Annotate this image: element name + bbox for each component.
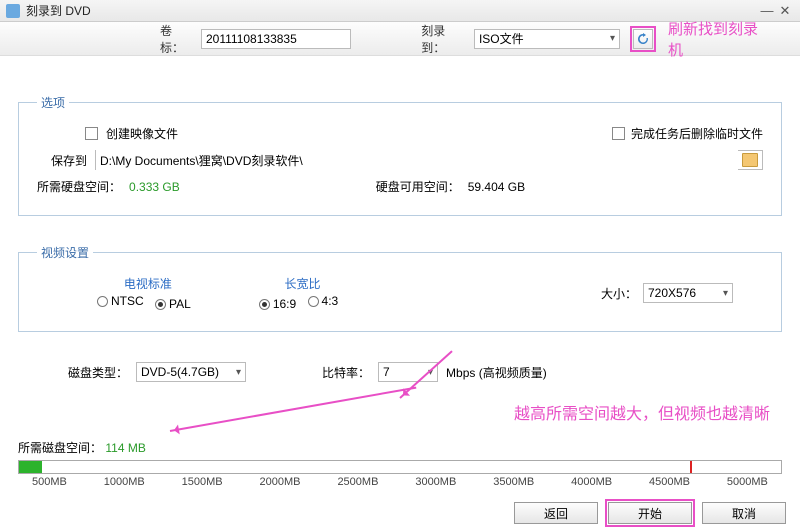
avail-hdd-value: 59.404 GB <box>468 180 525 194</box>
disk-capacity-mark <box>690 461 692 473</box>
save-to-label: 保存到 <box>51 152 87 169</box>
options-legend: 选项 <box>37 94 69 111</box>
annotation-main: 越高所需空间越大，但视频也越清晰 <box>514 400 770 424</box>
volume-label: 卷标： <box>160 22 195 56</box>
disc-type-select[interactable]: DVD-5(4.7GB) <box>136 362 246 382</box>
tick-label: 1000MB <box>104 476 145 488</box>
burn-to-select[interactable]: ISO文件 <box>474 29 620 49</box>
size-select[interactable]: 720X576 <box>643 283 733 303</box>
tick-label: 3500MB <box>493 476 534 488</box>
tick-label: 5000MB <box>727 476 768 488</box>
refresh-annotation: 刷新找到刻录机 <box>668 18 770 60</box>
burn-to-label: 刻录到： <box>421 22 468 56</box>
video-legend: 视频设置 <box>37 244 93 261</box>
aspect-169-label: 16:9 <box>273 297 296 311</box>
tv-standard-label: 电视标准 <box>124 275 172 292</box>
app-icon <box>6 4 20 18</box>
disk-usage-area: 所需磁盘空间： 114 MB 500MB 1000MB 1500MB 2000MB 25… <box>18 439 782 488</box>
delete-temp-checkbox[interactable] <box>612 127 625 140</box>
ntsc-label: NTSC <box>111 294 144 308</box>
disk-usage-label: 所需磁盘空间： <box>18 441 102 455</box>
back-button[interactable]: 返回 <box>514 502 598 524</box>
create-image-label: 创建映像文件 <box>106 125 178 142</box>
aspect-169-radio[interactable]: 16:9 <box>259 297 296 311</box>
bitrate-value: 7 <box>383 365 390 379</box>
tick-label: 500MB <box>32 476 67 488</box>
aspect-label: 长宽比 <box>285 275 321 292</box>
tick-label: 3000MB <box>415 476 456 488</box>
video-group: 视频设置 电视标准 NTSC PAL 长宽比 16:9 4:3 大小： 720X… <box>18 244 782 332</box>
avail-hdd-label: 硬盘可用空间： <box>376 178 460 195</box>
volume-input[interactable] <box>201 29 351 49</box>
req-hdd-value: 0.333 GB <box>129 180 180 194</box>
refresh-button[interactable] <box>633 29 653 49</box>
start-button[interactable]: 开始 <box>608 502 692 524</box>
pal-label: PAL <box>169 297 191 311</box>
browse-folder-icon[interactable] <box>742 153 758 167</box>
aspect-ratio-group: 长宽比 16:9 4:3 <box>259 275 346 311</box>
tick-label: 2000MB <box>260 476 301 488</box>
tv-standard-group: 电视标准 NTSC PAL <box>97 275 199 311</box>
options-group: 选项 创建映像文件 完成任务后删除临时文件 保存到 所需硬盘空间： 0.333 … <box>18 94 782 216</box>
delete-temp-label: 完成任务后删除临时文件 <box>631 125 763 142</box>
cancel-button[interactable]: 取消 <box>702 502 786 524</box>
burn-to-value: ISO文件 <box>479 30 524 47</box>
close-button[interactable]: ✕ <box>776 2 794 20</box>
disc-type-label: 磁盘类型： <box>68 364 128 381</box>
footer: 返回 开始 取消 <box>514 502 786 524</box>
pal-radio[interactable]: PAL <box>155 297 191 311</box>
bitrate-label: 比特率： <box>322 364 370 381</box>
tick-label: 4500MB <box>649 476 690 488</box>
ntsc-radio[interactable]: NTSC <box>97 294 144 308</box>
disk-usage-fill <box>19 461 42 473</box>
tick-label: 4000MB <box>571 476 612 488</box>
save-to-input[interactable] <box>96 150 738 170</box>
tick-label: 1500MB <box>182 476 223 488</box>
aspect-43-radio[interactable]: 4:3 <box>308 294 339 308</box>
aspect-43-label: 4:3 <box>322 294 339 308</box>
size-label: 大小： <box>601 285 637 302</box>
header-row: 卷标： 刻录到： ISO文件 刷新找到刻录机 <box>0 22 800 56</box>
disk-usage-ticks: 500MB 1000MB 1500MB 2000MB 2500MB 3000MB 3500M… <box>18 476 782 488</box>
disc-type-value: DVD-5(4.7GB) <box>141 365 219 379</box>
disk-usage-value: 114 MB <box>105 441 145 455</box>
window-title: 刻录到 DVD <box>26 2 758 19</box>
bitrate-unit: Mbps (高视频质量) <box>446 364 547 381</box>
req-hdd-label: 所需硬盘空间： <box>37 178 121 195</box>
create-image-checkbox[interactable] <box>85 127 98 140</box>
size-value: 720X576 <box>648 286 696 300</box>
arrow-left <box>170 387 417 432</box>
disk-usage-bar <box>18 460 782 474</box>
refresh-icon <box>637 33 649 45</box>
tick-label: 2500MB <box>337 476 378 488</box>
refresh-highlight <box>630 26 656 52</box>
